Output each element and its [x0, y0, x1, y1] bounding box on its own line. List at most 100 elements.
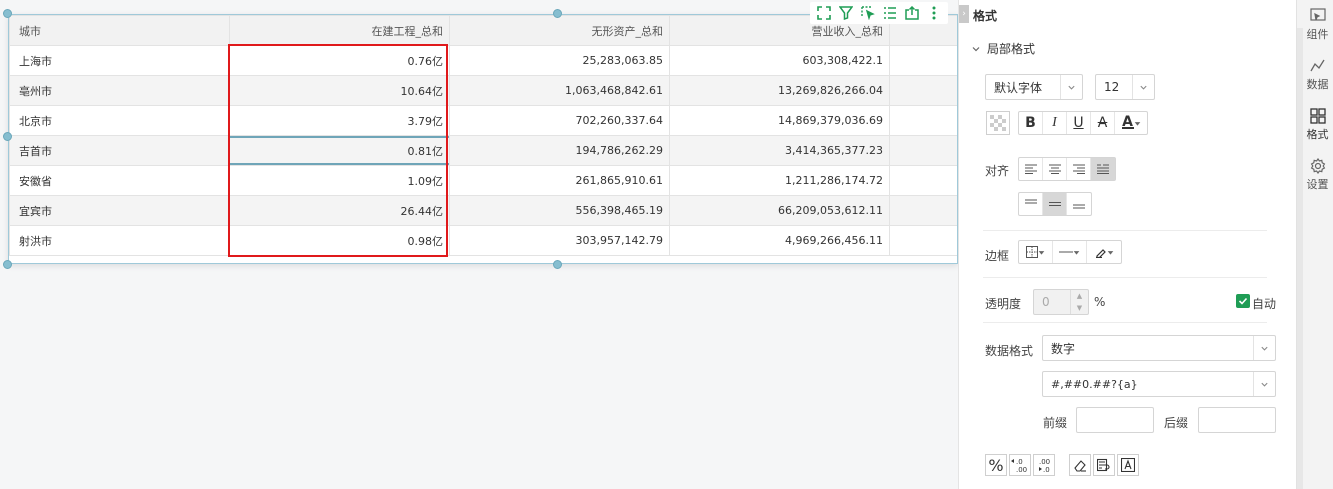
font-color-button[interactable]: A: [1115, 112, 1147, 134]
border-type-button[interactable]: [1019, 241, 1053, 263]
resize-handle-left[interactable]: [3, 132, 12, 141]
font-size-value: 12: [1104, 80, 1120, 94]
align-top-icon[interactable]: [1019, 193, 1043, 215]
resize-handle-top[interactable]: [553, 9, 562, 18]
opacity-input[interactable]: 0 ▲ ▼: [1033, 289, 1089, 315]
cell-construction[interactable]: 3.79亿: [229, 105, 450, 136]
strikethrough-button[interactable]: A: [1091, 112, 1115, 134]
rail-item-data[interactable]: 数据: [1301, 56, 1333, 92]
local-format-section-header[interactable]: 局部格式: [971, 40, 1035, 57]
text-wrap-button[interactable]: [1093, 454, 1115, 476]
panel-title: 格式: [973, 9, 998, 23]
background-color-button[interactable]: [986, 111, 1010, 135]
rail-item-component[interactable]: 组件: [1301, 6, 1333, 42]
cell-city[interactable]: 宜宾市: [9, 195, 230, 226]
cell-construction[interactable]: 10.64亿: [229, 75, 450, 106]
text-fit-button[interactable]: [1117, 454, 1139, 476]
opacity-stepper[interactable]: ▲ ▼: [1070, 290, 1088, 314]
cell-intangible[interactable]: 25,283,063.85: [449, 45, 670, 76]
border-color-button[interactable]: [1087, 241, 1121, 263]
cell-revenue[interactable]: 14,869,379,036.69: [669, 105, 890, 136]
align-distributed-icon[interactable]: [1091, 158, 1115, 180]
cell-city[interactable]: 北京市: [9, 105, 230, 136]
bold-button[interactable]: B: [1019, 112, 1043, 134]
resize-handle-bottom-left[interactable]: [3, 260, 12, 269]
cell-construction[interactable]: 0.76亿: [229, 45, 450, 76]
font-family-select[interactable]: 默认字体: [985, 74, 1083, 100]
cell-intangible[interactable]: 556,398,465.19: [449, 195, 670, 226]
cell-construction[interactable]: 1.09亿: [229, 165, 450, 196]
column-header-construction[interactable]: 在建工程_总和: [229, 15, 450, 46]
stepper-up-icon[interactable]: ▲: [1077, 292, 1082, 300]
export-icon[interactable]: [902, 3, 922, 23]
align-center-icon[interactable]: [1043, 158, 1067, 180]
suffix-input[interactable]: [1198, 407, 1276, 433]
expand-icon[interactable]: [814, 3, 834, 23]
table-row: 安徽省 1.09亿 261,865,910.61 1,211,286,174.7…: [9, 165, 957, 196]
data-format-select[interactable]: 数字: [1042, 335, 1276, 361]
cell-intangible[interactable]: 303,957,142.79: [449, 225, 670, 256]
cell-revenue[interactable]: 1,211,286,174.72: [669, 165, 890, 196]
svg-text:.00: .00: [1016, 466, 1027, 473]
column-header-city[interactable]: 城市: [9, 15, 230, 46]
cell-city[interactable]: 上海市: [9, 45, 230, 76]
section-label: 局部格式: [987, 42, 1036, 56]
cell-city[interactable]: 射洪市: [9, 225, 230, 256]
cell-revenue[interactable]: 13,269,826,266.04: [669, 75, 890, 106]
cell-city[interactable]: 吉首市: [9, 135, 230, 166]
clear-format-button[interactable]: [1069, 454, 1091, 476]
align-right-icon[interactable]: [1067, 158, 1091, 180]
cell-city[interactable]: 亳州市: [9, 75, 230, 106]
border-style-button[interactable]: [1053, 241, 1087, 263]
rail-item-settings[interactable]: 设置: [1301, 156, 1333, 192]
cell-intangible[interactable]: 702,260,337.64: [449, 105, 670, 136]
percent-button[interactable]: %: [985, 454, 1007, 476]
cell-city[interactable]: 安徽省: [9, 165, 230, 196]
align-bottom-icon[interactable]: [1067, 193, 1091, 215]
italic-button[interactable]: I: [1043, 112, 1067, 134]
cell-revenue[interactable]: 66,209,053,612.11: [669, 195, 890, 226]
panel-collapse-button[interactable]: ›: [959, 5, 969, 23]
prefix-input[interactable]: [1076, 407, 1154, 433]
align-left-icon[interactable]: [1019, 158, 1043, 180]
rail-item-format[interactable]: 格式: [1301, 106, 1333, 142]
chevron-down-icon: [1073, 250, 1080, 255]
cell-intangible[interactable]: 194,786,262.29: [449, 135, 670, 166]
line-style-icon: [1059, 251, 1073, 253]
right-rail: 组件 数据 格式 设置: [1296, 0, 1333, 489]
filter-icon[interactable]: [836, 3, 856, 23]
underline-button[interactable]: U: [1067, 112, 1091, 134]
cell-empty: [889, 105, 957, 136]
stepper-down-icon[interactable]: ▼: [1077, 304, 1082, 312]
font-size-select[interactable]: 12: [1095, 74, 1155, 100]
border-controls: [1018, 240, 1122, 264]
decrease-decimal-button[interactable]: .00.0: [1033, 454, 1055, 476]
resize-handle-bottom[interactable]: [553, 260, 562, 269]
border-grid-icon: [1026, 246, 1038, 258]
increase-decimal-button[interactable]: .0.00: [1009, 454, 1031, 476]
cell-construction[interactable]: 0.98亿: [229, 225, 450, 256]
panel-scrollbar[interactable]: [1297, 28, 1303, 489]
cell-revenue[interactable]: 4,969,266,456.11: [669, 225, 890, 256]
table-row: 北京市 3.79亿 702,260,337.64 14,869,379,036.…: [9, 105, 957, 136]
select-icon[interactable]: [858, 3, 878, 23]
border-label: 边框: [985, 249, 1010, 263]
cell-intangible[interactable]: 1,063,468,842.61: [449, 75, 670, 106]
more-icon[interactable]: [924, 3, 944, 23]
format-pattern-select[interactable]: #,##0.##?{a}: [1042, 371, 1276, 397]
auto-checkbox[interactable]: [1236, 294, 1250, 308]
cell-intangible[interactable]: 261,865,910.61: [449, 165, 670, 196]
column-header-intangible[interactable]: 无形资产_总和: [449, 15, 670, 46]
align-middle-icon[interactable]: [1043, 193, 1067, 215]
cell-construction-selected[interactable]: 0.81亿: [229, 135, 450, 166]
table-widget[interactable]: 城市 在建工程_总和 无形资产_总和 营业收入_总和 上海市 0.76亿 25,…: [8, 14, 958, 264]
cell-revenue[interactable]: 3,414,365,377.23: [669, 135, 890, 166]
percent-icon: %: [988, 455, 1004, 475]
increase-decimal-icon: .0.00: [1011, 458, 1027, 473]
rail-label: 数据: [1306, 78, 1329, 91]
list-icon[interactable]: [880, 3, 900, 23]
resize-handle-top-left[interactable]: [3, 9, 12, 18]
cell-construction[interactable]: 26.44亿: [229, 195, 450, 226]
opacity-label: 透明度: [985, 297, 1022, 311]
cell-revenue[interactable]: 603,308,422.1: [669, 45, 890, 76]
